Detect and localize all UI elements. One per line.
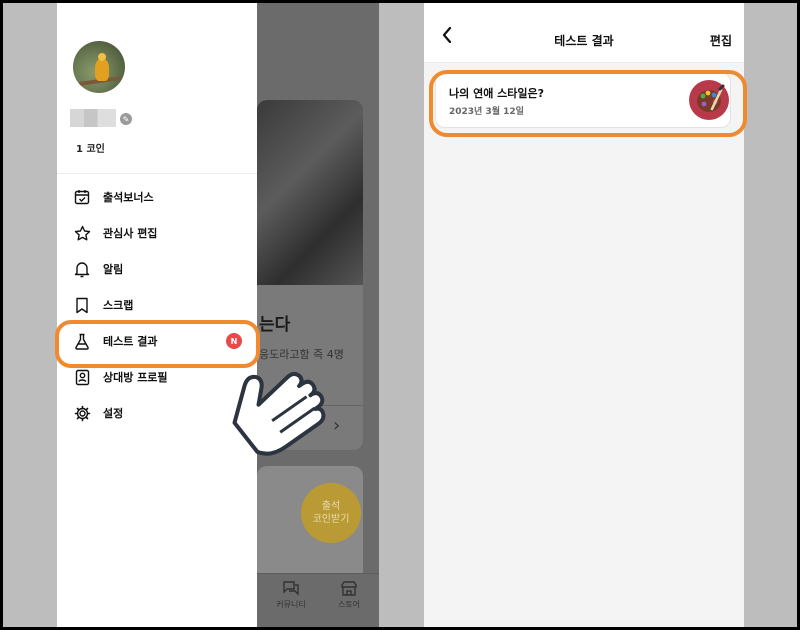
menu-item-attendance-bonus[interactable]: 출석보너스 bbox=[73, 185, 243, 209]
pointing-hand-icon bbox=[232, 371, 326, 456]
menu-item-edit-interests[interactable]: 관심사 편집 bbox=[73, 221, 243, 245]
menu-item-notifications[interactable]: 알림 bbox=[73, 257, 243, 281]
coin-button-line2: 코인받기 bbox=[312, 514, 350, 525]
nav-item-store[interactable]: 스토어 bbox=[329, 580, 369, 610]
highlight-result-card bbox=[429, 70, 747, 137]
bottom-nav: 커뮤니티 스토어 bbox=[257, 573, 379, 627]
left-phone-screen: 는다 응도라고함 즉 4명 › 출석 코인받기 커뮤니티 스토어 ✎ 1 코인 … bbox=[57, 3, 379, 627]
store-icon bbox=[341, 581, 357, 596]
gear-icon bbox=[73, 404, 91, 422]
menu-item-scrap[interactable]: 스크랩 bbox=[73, 293, 243, 317]
menu-item-label: 출석보너스 bbox=[103, 191, 154, 204]
menu-item-label: 관심사 편집 bbox=[103, 227, 158, 240]
nav-label: 커뮤니티 bbox=[276, 600, 306, 609]
screenshot-frame: 는다 응도라고함 즉 4명 › 출석 코인받기 커뮤니티 스토어 ✎ 1 코인 … bbox=[3, 3, 797, 627]
avatar[interactable] bbox=[73, 41, 125, 93]
nav-item-community[interactable]: 커뮤니티 bbox=[271, 580, 311, 610]
coin-button-line1: 출석 bbox=[321, 501, 341, 512]
bell-icon bbox=[73, 260, 91, 278]
divider bbox=[57, 173, 257, 174]
blurred-username bbox=[70, 109, 116, 127]
header: 테스트 결과 편집 bbox=[424, 3, 744, 63]
coin-count: 1 코인 bbox=[76, 144, 105, 155]
menu-item-label: 스크랩 bbox=[103, 299, 134, 312]
star-icon bbox=[73, 224, 91, 242]
profile-card-icon bbox=[73, 368, 91, 386]
background-photo bbox=[257, 100, 363, 285]
side-drawer: ✎ 1 코인 출석보너스 관심사 편집 알림 스크랩 테스트 결과 N 상대방 … bbox=[57, 3, 257, 627]
coin-reward-button[interactable]: 출석 코인받기 bbox=[301, 483, 361, 543]
calendar-check-icon bbox=[73, 188, 91, 206]
pencil-icon[interactable]: ✎ bbox=[120, 113, 132, 125]
nav-label: 스토어 bbox=[337, 600, 361, 609]
edit-button[interactable]: 편집 bbox=[710, 32, 732, 49]
chat-icon bbox=[283, 581, 299, 596]
menu-item-label: 알림 bbox=[103, 263, 124, 276]
background-card-title: 는다 bbox=[259, 315, 291, 335]
page-title: 테스트 결과 bbox=[554, 34, 614, 48]
menu-item-label: 설정 bbox=[103, 407, 124, 420]
menu-item-label: 상대방 프로필 bbox=[103, 371, 168, 384]
bookmark-icon bbox=[73, 296, 91, 314]
